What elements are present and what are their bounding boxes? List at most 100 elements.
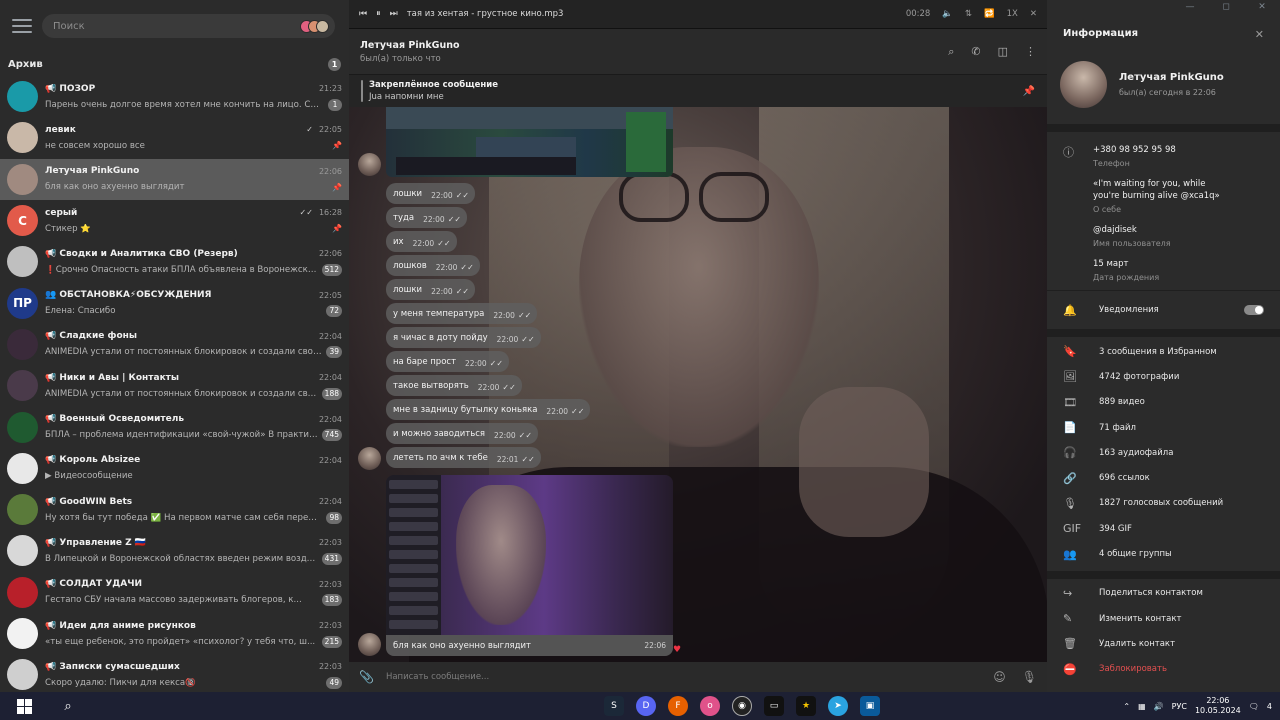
chat-list-item[interactable]: ПР 👥 ОБСТАНОВКА⚡ОБСУЖДЕНИЯ 22:05 Елена: … (0, 282, 349, 323)
windows-start-icon[interactable] (0, 692, 48, 720)
chat-list-item[interactable]: 📢 СОЛДАТ УДАЧИ 22:03 Гестапо СБУ начала … (0, 572, 349, 613)
message-bubble[interactable]: и можно заводиться 22:00 ✓✓ (386, 423, 539, 444)
next-track-icon[interactable]: ⏭ (390, 9, 398, 19)
message-bubble[interactable]: туда 22:00 ✓✓ (386, 207, 468, 228)
chat-list-item[interactable]: левик ✓ 22:05 не совсем хорошо все 📌 (0, 117, 349, 158)
microphone-icon[interactable]: 🎙 (1022, 670, 1037, 684)
message-bubble[interactable]: лететь по ачм к тебе 22:01 ✓✓ (386, 447, 541, 468)
shared-media-row[interactable]: 🔗 696 ссылок (1047, 465, 1280, 490)
attach-icon[interactable]: 📎 (359, 670, 374, 684)
archive-row[interactable]: Архив 1 (0, 52, 349, 76)
chat-list-item[interactable]: 📢 GoodWIN Bets 22:04 Ну хотя бы тут побе… (0, 489, 349, 530)
sender-avatar[interactable] (358, 153, 381, 176)
tray-expand-icon[interactable]: ⌃ (1123, 702, 1130, 711)
volume-icon[interactable]: 🔈 (942, 9, 953, 19)
notifications-row[interactable]: 🔔 Уведомления (1047, 291, 1280, 329)
chat-list-item[interactable]: 📢 Сводки и Аналитика СВО (Резерв) 22:06 … (0, 241, 349, 282)
chat-list-item[interactable]: 📢 Король Absizee 22:04 ▶ Видеосообщение (0, 448, 349, 489)
message-bubble[interactable]: лошки 22:00 ✓✓ (386, 279, 476, 300)
telegram-icon[interactable]: ➤ (828, 696, 848, 716)
order-icon[interactable]: ⇅ (965, 9, 972, 19)
app-icon[interactable]: ▭ (764, 696, 784, 716)
shared-media-row[interactable]: 🎧 163 аудиофайла (1047, 440, 1280, 465)
message-bubble[interactable]: на баре прост 22:00 ✓✓ (386, 351, 510, 372)
chat-list-item[interactable]: 📢 Ники и Авы | Контакты 22:04 ANIMEDIA у… (0, 365, 349, 406)
language-indicator[interactable]: РУС (1172, 702, 1187, 711)
shared-media-row[interactable]: GIF 394 GIF (1047, 516, 1280, 541)
contact-action[interactable]: ⛔ Заблокировать (1047, 657, 1280, 682)
chat-list-item[interactable]: 📢 Записки сумасшедших 22:03 Скоро удалю:… (0, 654, 349, 692)
playback-speed[interactable]: 1X (1007, 9, 1018, 19)
story-avatar[interactable] (316, 19, 329, 33)
shared-media-row[interactable]: 🎞 889 видео (1047, 390, 1280, 415)
pinned-message-bar[interactable]: Закреплённое сообщение Jua напомни мне 📌 (349, 74, 1047, 107)
obs-icon[interactable]: ◉ (732, 696, 752, 716)
chat-header[interactable]: Летучая PinkGuno был(а) только что ⌕ ✆ ◫… (349, 29, 1047, 74)
chat-list-item[interactable]: 📢 Военный Осведомитель 22:04 БПЛА – проб… (0, 406, 349, 447)
contact-action[interactable]: 🗑 Удалить контакт (1047, 631, 1280, 656)
chat-list-item[interactable]: 📢 Сладкие фоны 22:04 ANIMEDIA устали от … (0, 324, 349, 365)
chat-time: 22:03 (318, 662, 342, 672)
close-player-icon[interactable]: ✕ (1030, 9, 1037, 19)
message-bubble[interactable]: лошков 22:00 ✓✓ (386, 255, 480, 276)
sender-avatar[interactable] (358, 633, 381, 656)
pinned-list-icon[interactable]: 📌 (1023, 86, 1035, 97)
steam-icon[interactable]: S (604, 696, 624, 716)
discord-icon[interactable]: D (636, 696, 656, 716)
star-app-icon[interactable]: ★ (796, 696, 816, 716)
search-icon[interactable]: ⌕ (48, 699, 88, 714)
previous-track-icon[interactable]: ⏮ (359, 9, 367, 19)
network-icon[interactable]: ▦ (1138, 702, 1146, 711)
chat-list-item[interactable]: С серый ✓✓ 16:28 Стикер ⭐ 📌 (0, 200, 349, 241)
profile-avatar[interactable] (1060, 60, 1107, 108)
firefox-icon[interactable]: F (668, 696, 688, 716)
shared-media-row[interactable]: 👥 4 общие группы (1047, 541, 1280, 566)
chat-list-item[interactable]: 📢 ПОЗОР 21:23 Парень очень долгое время … (0, 76, 349, 117)
bio-row[interactable]: «I'm waiting for you, while you're burni… (1047, 178, 1280, 214)
chat-list-item[interactable]: 📢 Идеи для аниме рисунков 22:03 «ты еще … (0, 613, 349, 654)
pause-icon[interactable]: ⏸ (376, 9, 381, 19)
message-bubble[interactable]: я чичас в доту пойду 22:00 ✓✓ (386, 327, 541, 348)
shared-media-row[interactable]: 🎙 1827 голосовых сообщений (1047, 491, 1280, 516)
chat-list-item[interactable]: Летучая PinkGuno 22:06 бля как оно ахуен… (0, 158, 349, 200)
message-bubble[interactable]: лошки 22:00 ✓✓ (386, 183, 476, 204)
contact-action[interactable]: ✎ Изменить контакт (1047, 606, 1280, 631)
osu-icon[interactable]: o (700, 696, 720, 716)
search-icon[interactable]: ⌕ (948, 45, 954, 59)
more-icon[interactable]: ⋮ (1025, 45, 1036, 58)
sender-avatar[interactable] (358, 447, 381, 470)
sidebar-toggle-icon[interactable]: ◫ (998, 45, 1008, 58)
close-icon[interactable]: ✕ (1255, 28, 1264, 41)
photo-message[interactable] (386, 107, 673, 177)
maximize-button[interactable]: ◻ (1208, 0, 1244, 16)
shared-media-row[interactable]: 🖼 4742 фотографии (1047, 364, 1280, 389)
shared-media-row[interactable]: 🔖 3 сообщения в Избранном (1047, 339, 1280, 364)
photo-message[interactable] (386, 475, 673, 635)
message-bubble[interactable]: у меня температура 22:00 ✓✓ (386, 303, 538, 324)
shared-media-row[interactable]: 📄 71 файл (1047, 415, 1280, 440)
username-row[interactable]: @dajdisek Имя пользователя (1047, 224, 1280, 248)
message-bubble[interactable]: мне в задницу бутылку коньяка 22:00 ✓✓ (386, 399, 591, 420)
notifications-toggle[interactable] (1244, 305, 1264, 315)
heart-reaction-icon[interactable]: ♥ (673, 645, 681, 655)
call-icon[interactable]: ✆ (971, 45, 980, 58)
phone-row[interactable]: ⓘ +380 98 952 95 98 Телефон (1047, 144, 1280, 168)
repeat-icon[interactable]: 🔁 (984, 9, 995, 19)
message-input[interactable]: Написать сообщение... (386, 672, 977, 682)
message-bubble[interactable]: их 22:00 ✓✓ (386, 231, 457, 252)
close-window-button[interactable]: ✕ (1244, 0, 1280, 16)
message-bubble[interactable]: такое вытворять 22:00 ✓✓ (386, 375, 522, 396)
window-app-icon[interactable]: ▣ (860, 696, 880, 716)
search-input[interactable]: Поиск (42, 14, 335, 38)
notifications-icon[interactable]: 🗨 (1249, 702, 1259, 711)
emoji-icon[interactable]: ☺ (993, 670, 1006, 684)
message-text: мне в задницу бутылку коньяка (393, 404, 538, 415)
clock[interactable]: 22:06 10.05.2024 (1195, 696, 1241, 716)
contact-action[interactable]: ↪ Поделиться контактом (1047, 581, 1280, 606)
minimize-button[interactable]: — (1172, 0, 1208, 16)
message-time: 22:00 (412, 239, 435, 248)
birthday-row[interactable]: 15 март Дата рождения (1047, 258, 1280, 282)
hamburger-menu-icon[interactable] (12, 19, 32, 33)
volume-icon[interactable]: 🔊 (1154, 702, 1164, 711)
chat-list-item[interactable]: 📢 Управление Z 🇷🇺 22:03 В Липецкой и Вор… (0, 530, 349, 571)
